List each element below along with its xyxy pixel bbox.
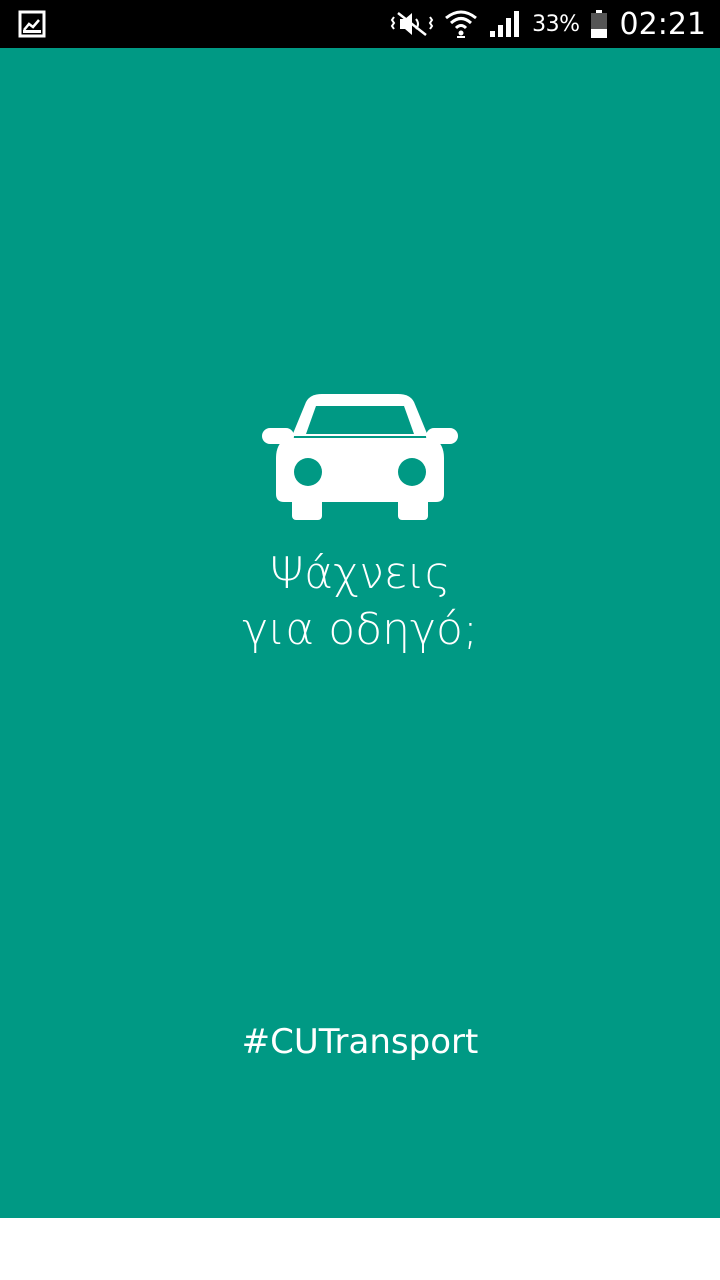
battery-percent: 33%	[532, 11, 580, 37]
hashtag-text: #CUTransport	[241, 1022, 479, 1062]
headline-line-2: για οδηγό;	[242, 604, 478, 655]
headline-line-1: Ψάχνεις	[269, 548, 451, 599]
status-bar: 33% 02:21	[0, 0, 720, 48]
battery-icon	[590, 9, 608, 39]
mute-vibrate-icon	[390, 9, 434, 39]
status-icons: 33% 02:21	[390, 0, 706, 48]
splash-screen: Ψάχνεις για οδηγό; #CUTransport	[0, 48, 720, 1218]
headline: Ψάχνεις για οδηγό;	[0, 546, 720, 658]
bottom-area	[0, 1218, 720, 1280]
car-icon	[262, 394, 458, 524]
wifi-icon	[444, 8, 478, 40]
gallery-notification-icon	[18, 10, 46, 38]
signal-icon	[488, 9, 522, 39]
clock: 02:21	[619, 6, 706, 42]
